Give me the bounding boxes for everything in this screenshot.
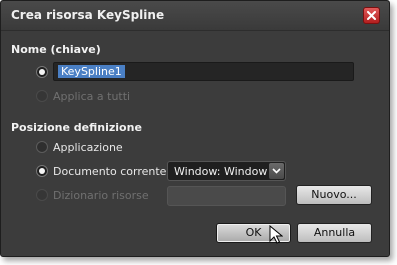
resource-dictionary-dropdown[interactable]: [167, 186, 286, 206]
create-resource-dialog: Crea risorsa KeySpline Nome (chiave) Key…: [0, 0, 390, 257]
apply-all-radio[interactable]: [36, 90, 48, 102]
current-document-radio[interactable]: [36, 165, 48, 177]
document-dropdown-value: Window: Window: [174, 165, 268, 178]
dropdown-arrow[interactable]: [269, 163, 284, 179]
key-name-input[interactable]: KeySpline1: [53, 62, 354, 81]
close-icon: [367, 11, 376, 20]
document-dropdown[interactable]: Window: Window: [167, 161, 286, 181]
current-document-label: Documento corrente: [53, 165, 167, 178]
cancel-button[interactable]: Annulla: [297, 223, 372, 243]
new-button[interactable]: Nuovo...: [296, 185, 372, 205]
name-section-label: Nome (chiave): [11, 43, 101, 56]
title-bar: Crea risorsa KeySpline: [1, 1, 389, 31]
resource-dictionary-radio[interactable]: [36, 189, 48, 201]
application-label: Applicazione: [53, 141, 123, 154]
dialog-title: Crea risorsa KeySpline: [11, 8, 165, 22]
key-name-value: KeySpline1: [58, 65, 125, 78]
mouse-pointer-icon: [269, 225, 283, 244]
apply-all-label: Applica a tutti: [53, 90, 131, 103]
definition-section-label: Posizione definizione: [11, 121, 142, 134]
chevron-down-icon: [272, 168, 281, 174]
name-radio[interactable]: [36, 66, 48, 78]
application-radio[interactable]: [36, 141, 48, 153]
close-button[interactable]: [363, 7, 380, 24]
resource-dictionary-label: Dizionario risorse: [53, 189, 149, 202]
